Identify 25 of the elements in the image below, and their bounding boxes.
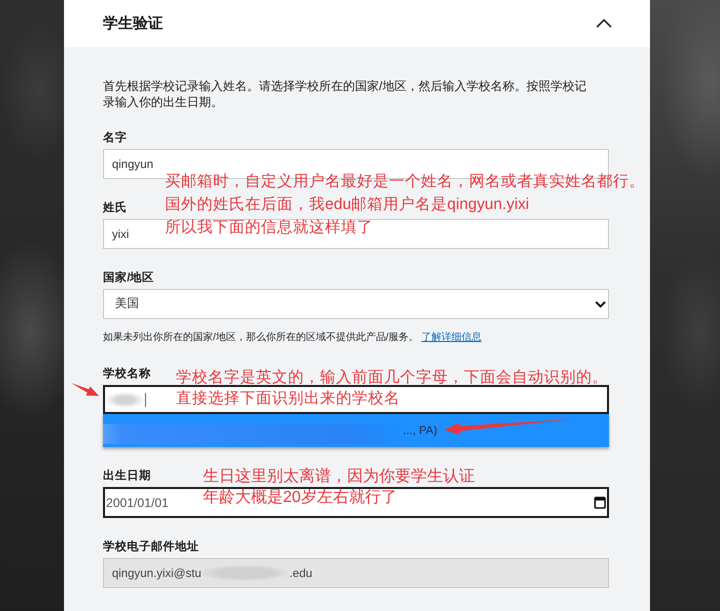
instructions-text: 首先根据学校记录输入姓名。请选择学校所在的国家/地区，然后输入学校名称。按照学校记录输入你的出生日期。 [103, 78, 588, 110]
annotation-text: 国外的姓氏在后面，我edu邮箱用户名是qingyun.yixi [165, 195, 530, 215]
learn-more-link[interactable]: 了解详细信息 [421, 332, 482, 343]
blurred-text [105, 392, 145, 408]
field-label: 名字 [103, 130, 127, 146]
annotation-text: 年龄大概是20岁左右就行了 [203, 488, 397, 508]
text-cursor [145, 392, 146, 406]
field-label: 学校名称 [103, 366, 151, 382]
calendar-icon [594, 496, 606, 509]
annotation-text: 直接选择下面识别出来的学校名 [176, 389, 400, 409]
collapse-button[interactable] [594, 17, 614, 30]
chevron-down-icon [595, 300, 606, 308]
chevron-up-icon [596, 19, 612, 28]
text-field[interactable] [103, 385, 609, 414]
field-label: 出生日期 [103, 468, 151, 484]
field-label: 学校电子邮件地址 [103, 539, 199, 555]
annotation-text: 所以我下面的信息就这样填了 [165, 218, 373, 238]
field-label: 国家/地区 [103, 270, 154, 286]
annotation-text: 生日这里别太离谱，因为你要学生认证 [203, 466, 475, 487]
help-text: 如果未列出你所在的国家/地区，那么你所在的区域不提供此产品/服务。 了解详细信息 [103, 331, 482, 345]
suggestion-option[interactable]: ..., PA) [103, 414, 609, 447]
annotation-text: 学校名字是英文的，输入前面几个字母，下面会自动识别的。 [176, 368, 608, 388]
field-label: 姓氏 [103, 200, 127, 216]
section-title: 学生验证 [103, 14, 163, 34]
dropdown-field[interactable]: 美国 [103, 289, 609, 319]
